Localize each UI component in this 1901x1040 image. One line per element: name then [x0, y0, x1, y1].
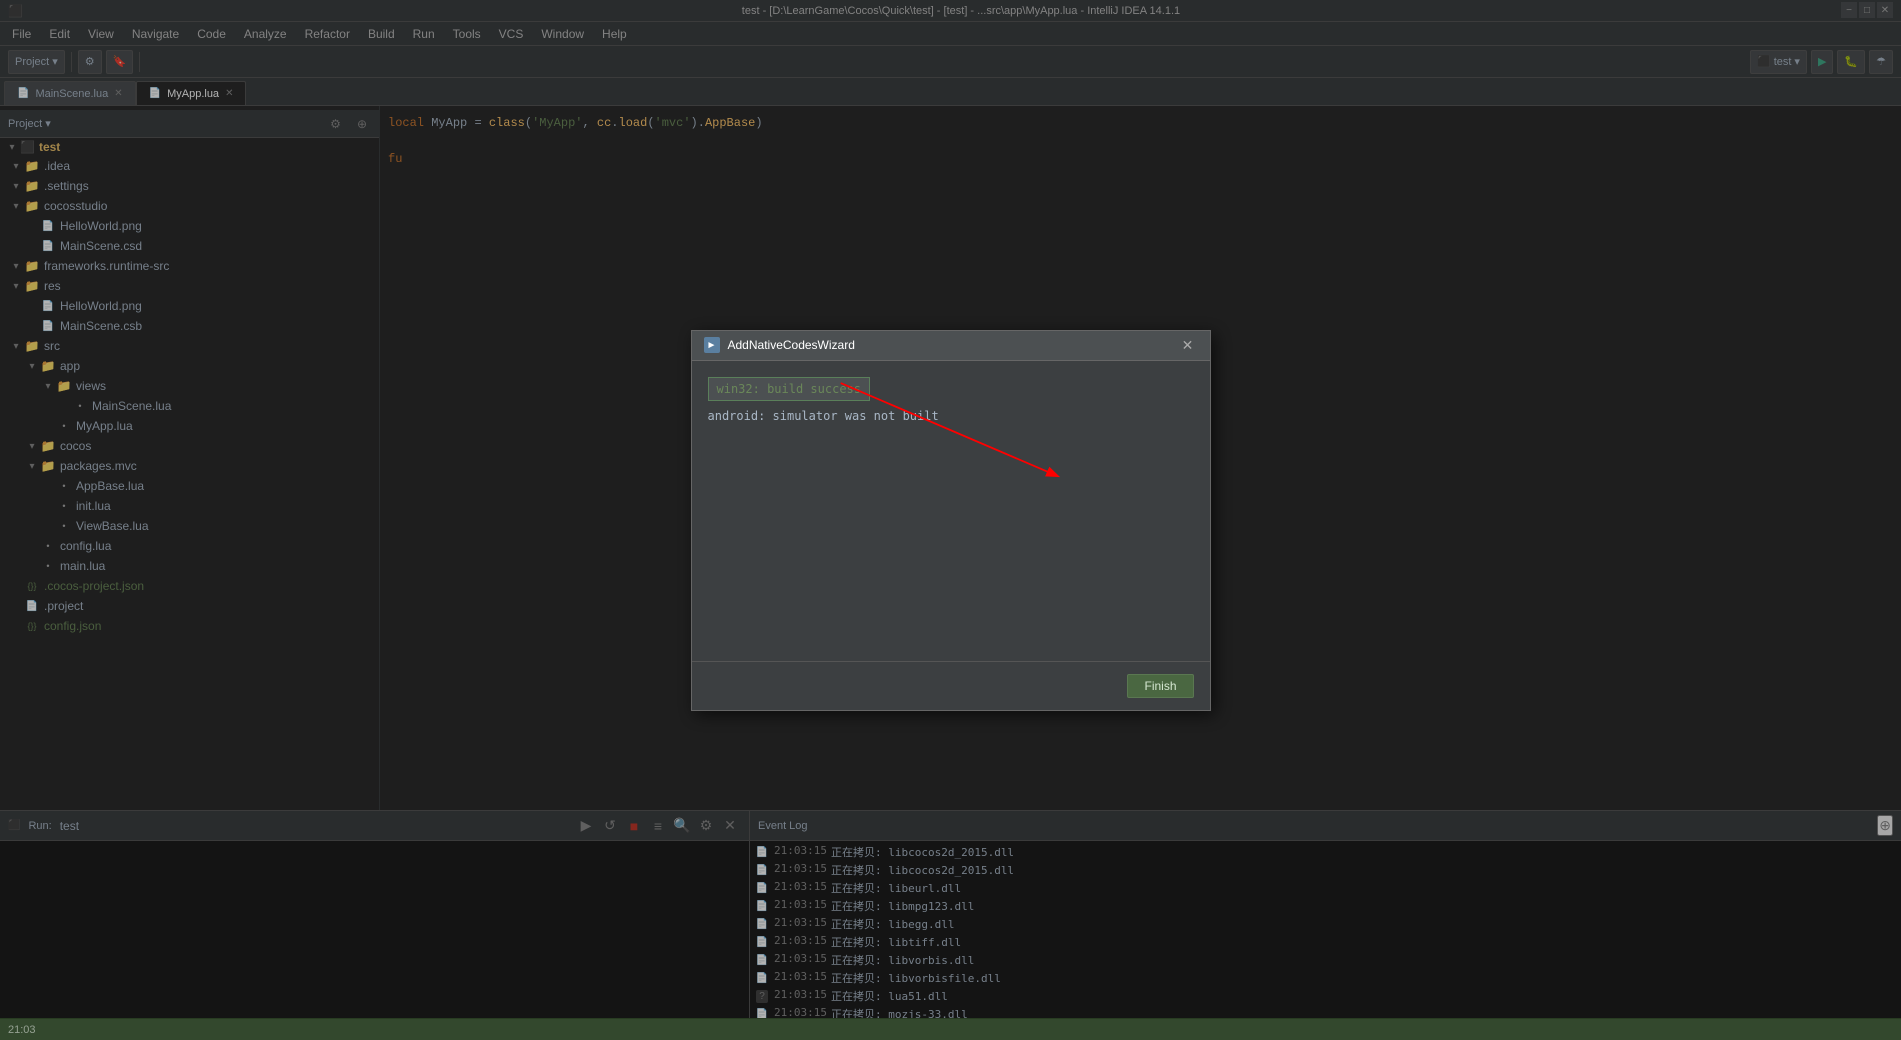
dialog-win32-text: win32: build success — [717, 382, 862, 396]
dialog-android-text: android: simulator was not built — [708, 409, 939, 423]
dialog-footer: Finish — [692, 661, 1210, 710]
dialog-overlay: ► AddNativeCodesWizard ✕ win32: build su… — [0, 0, 1901, 1040]
dialog-status-win32: win32: build success — [708, 377, 871, 401]
dialog-icon: ► — [704, 337, 720, 353]
dialog-title: AddNativeCodesWizard — [728, 338, 1178, 352]
dialog-body: win32: build success android: simulator … — [692, 361, 1210, 661]
finish-button[interactable]: Finish — [1127, 674, 1193, 698]
dialog-title-bar: ► AddNativeCodesWizard ✕ — [692, 331, 1210, 361]
add-native-codes-dialog: ► AddNativeCodesWizard ✕ win32: build su… — [691, 330, 1211, 711]
dialog-close-button[interactable]: ✕ — [1178, 335, 1198, 355]
dialog-status-android: android: simulator was not built — [708, 405, 1194, 427]
